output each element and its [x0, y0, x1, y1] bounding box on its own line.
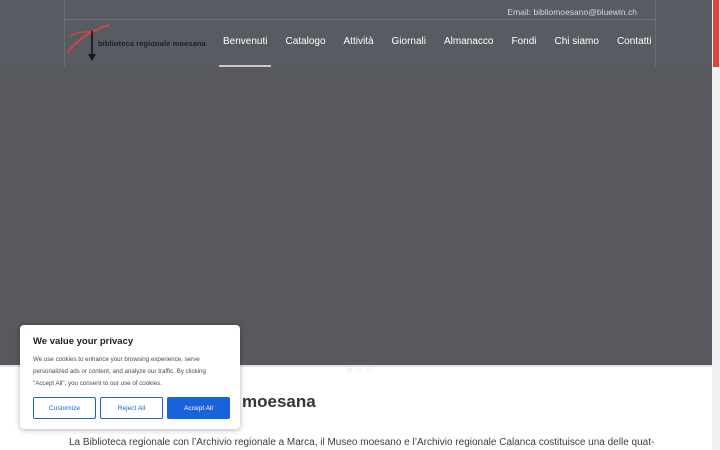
nav-item-benvenuti[interactable]: Benvenuti — [214, 20, 276, 67]
page-scrollbar[interactable] — [712, 0, 720, 450]
page-title: moesana — [242, 392, 316, 411]
slider-dot-3[interactable] — [367, 367, 372, 372]
nav-item-catalogo[interactable]: Catalogo — [276, 20, 334, 67]
nav-item-fondi[interactable]: Fondi — [502, 20, 545, 67]
site-header: Email: bibliomoesano@bluewin.ch bibliote… — [0, 0, 712, 67]
cookie-description: We use cookies to enhance your browsing … — [33, 356, 206, 387]
slider-dots — [347, 367, 372, 372]
cookie-title: We value your privacy — [33, 336, 134, 347]
email-link[interactable]: Email: bibliomoesano@bluewin.ch — [507, 7, 637, 17]
logo-text[interactable]: biblioteca regionale moesana — [98, 39, 206, 48]
main-nav: Benvenuti Catalogo Attività Giornali Alm… — [214, 20, 660, 67]
hero-slider — [0, 67, 712, 372]
accept-all-button[interactable]: Accept All — [167, 397, 230, 419]
nav-item-almanacco[interactable]: Almanacco — [435, 20, 502, 67]
customize-button[interactable]: Customize — [33, 397, 96, 419]
slider-dot-1[interactable] — [347, 367, 352, 372]
reject-all-button[interactable]: Reject All — [100, 397, 163, 419]
nav-item-contatti[interactable]: Contatti — [608, 20, 660, 67]
scrollbar-thumb[interactable] — [713, 0, 719, 67]
cookie-buttons: Customize Reject All Accept All — [33, 397, 230, 419]
nav-item-giornali[interactable]: Giornali — [383, 20, 435, 67]
slider-dot-2[interactable] — [357, 367, 362, 372]
nav-item-attivita[interactable]: Attività — [335, 20, 383, 67]
cookie-consent-banner: We value your privacy We use cookies to … — [20, 325, 240, 429]
nav-item-chi-siamo[interactable]: Chi siamo — [545, 20, 607, 67]
intro-paragraph: La Biblioteca regionale con l’Archivio r… — [69, 437, 655, 448]
